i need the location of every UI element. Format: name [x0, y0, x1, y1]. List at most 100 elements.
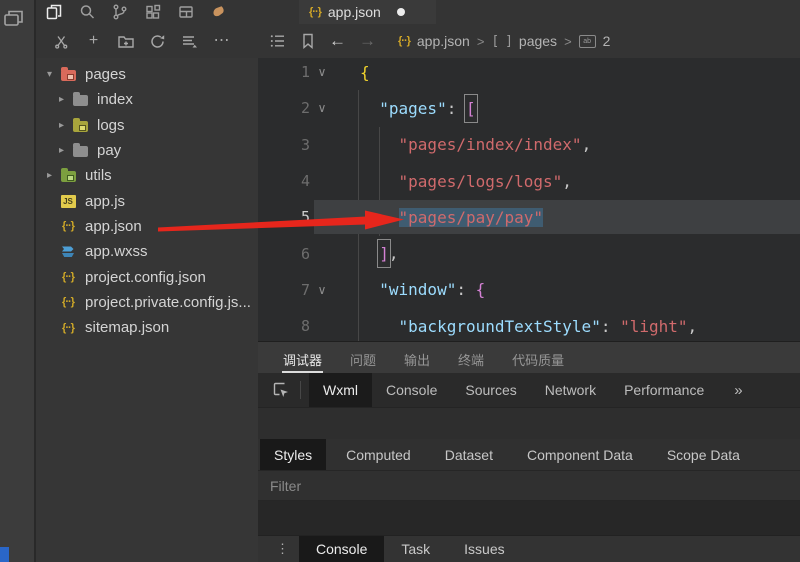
fold-chevron-icon[interactable]: ∨: [310, 283, 334, 297]
tab-app-json[interactable]: {··} app.json: [299, 0, 436, 24]
code-text[interactable]: "window": {: [334, 280, 485, 299]
nav-forward-icon[interactable]: →: [358, 32, 377, 51]
drawer-tab-Task[interactable]: Task: [384, 536, 447, 562]
activity-icons: [36, 2, 229, 22]
code-text[interactable]: "pages": [: [334, 99, 476, 118]
extensions-icon[interactable]: [143, 2, 163, 22]
inspector-tab-Computed[interactable]: Computed: [332, 439, 425, 470]
code-text[interactable]: "backgroundTextStyle": "light",: [334, 317, 697, 336]
inspector-tab-Dataset[interactable]: Dataset: [431, 439, 507, 470]
tree-item-pay[interactable]: ▸ pay: [36, 138, 258, 163]
tree-collapsed-arrow-icon[interactable]: ▸: [54, 120, 69, 131]
drawer-tab-Issues[interactable]: Issues: [447, 536, 521, 562]
title-toolbar: {··} app.json: [36, 0, 800, 24]
fold-chevron-icon[interactable]: ∨: [310, 101, 334, 115]
refresh-icon[interactable]: [148, 32, 167, 51]
breadcrumb-index[interactable]: 2: [603, 33, 611, 49]
panel-tab-调试器[interactable]: 调试器: [282, 349, 323, 373]
tree-item-utils[interactable]: ▸utils: [36, 163, 258, 188]
inspector-tab-Scope-Data[interactable]: Scope Data: [653, 439, 754, 470]
tab-overflow-icon[interactable]: »: [734, 382, 742, 399]
source-control-icon[interactable]: [110, 2, 130, 22]
scissors-icon[interactable]: [52, 32, 71, 51]
tree-expanded-arrow-icon[interactable]: ▾: [42, 69, 57, 80]
folder-gray-icon: [71, 92, 89, 108]
code-text[interactable]: "pages/index/index",: [334, 135, 591, 154]
modified-dot-icon[interactable]: [397, 8, 405, 16]
line-number: 3: [258, 136, 310, 154]
tree-item-pages[interactable]: ▾pages: [36, 62, 258, 87]
panel-tab-代码质量[interactable]: 代码质量: [511, 349, 565, 373]
tree-item-app-json[interactable]: {··}app.json: [36, 214, 258, 239]
panel-tab-问题[interactable]: 问题: [349, 349, 377, 373]
devtools-tab-Console[interactable]: Console: [372, 373, 451, 407]
hand-plugin-icon[interactable]: [209, 2, 229, 22]
code-line-6[interactable]: 6 ],: [258, 235, 800, 271]
folder-green-icon: [59, 168, 77, 184]
breadcrumb-file[interactable]: app.json: [417, 33, 470, 49]
tree-item-label: pay: [97, 142, 121, 159]
code-line-7[interactable]: 7∨ "window": {: [258, 272, 800, 308]
activity-strip: [0, 0, 36, 562]
panel-tab-输出[interactable]: 输出: [403, 349, 431, 373]
inspector-tab-Styles[interactable]: Styles: [260, 439, 326, 470]
new-folder-icon[interactable]: [116, 32, 135, 51]
tree-item-sitemap-json[interactable]: {··}sitemap.json: [36, 315, 258, 340]
inspector-tab-bar: StylesComputedDatasetComponent DataScope…: [258, 439, 800, 471]
more-actions-icon[interactable]: ⋯: [212, 32, 231, 51]
code-line-5[interactable]: 5 "pages/pay/pay": [258, 199, 800, 235]
tree-item-index[interactable]: ▸index: [36, 87, 258, 112]
devtools-tab-Sources[interactable]: Sources: [451, 373, 530, 407]
devtools-tab-Performance[interactable]: Performance: [610, 373, 718, 407]
code-line-1[interactable]: 1∨{: [258, 58, 800, 90]
code-line-4[interactable]: 4 "pages/logs/logs",: [258, 163, 800, 199]
line-number: 1: [258, 63, 310, 81]
json-icon: {··}: [59, 269, 77, 285]
line-number: 4: [258, 172, 310, 190]
bookmark-icon[interactable]: [298, 32, 317, 51]
tree-collapsed-arrow-icon[interactable]: ▸: [42, 170, 57, 181]
secondary-toolbar: + ⋯: [36, 24, 800, 58]
tree-collapsed-arrow-icon[interactable]: ▸: [54, 94, 69, 105]
tree-item-label: app.json: [85, 218, 142, 235]
devtools-tab-Network[interactable]: Network: [531, 373, 610, 407]
breadcrumb-node[interactable]: pages: [519, 33, 557, 49]
layout-icon[interactable]: [176, 2, 196, 22]
inspect-element-icon[interactable]: [270, 379, 292, 401]
code-text[interactable]: {: [334, 63, 370, 82]
filter-input[interactable]: [258, 477, 572, 495]
panel-tab-终端[interactable]: 终端: [457, 349, 485, 373]
inspector-tab-Component-Data[interactable]: Component Data: [513, 439, 647, 470]
json-icon: {··}: [59, 294, 77, 310]
nav-back-icon[interactable]: ←: [328, 32, 347, 51]
outline-list-icon[interactable]: [268, 32, 287, 51]
new-file-icon[interactable]: +: [84, 32, 103, 51]
explorer-toolbar: + ⋯: [36, 32, 258, 51]
tree-item-project-private-config-js-[interactable]: {··}project.private.config.js...: [36, 290, 258, 315]
code-text[interactable]: ],: [334, 244, 399, 263]
tree-item-label: sitemap.json: [85, 319, 169, 336]
code-editor[interactable]: 1∨{2∨ "pages": [3 "pages/index/index",4 …: [258, 58, 800, 341]
tree-item-logs[interactable]: ▸logs: [36, 113, 258, 138]
devtools-tab-Wxml[interactable]: Wxml: [309, 373, 372, 407]
drawer-tab-Console[interactable]: Console: [299, 536, 384, 562]
code-line-8[interactable]: 8 "backgroundTextStyle": "light",: [258, 308, 800, 341]
json-file-icon: {··}: [398, 35, 410, 47]
tree-item-project-config-json[interactable]: {··}project.config.json: [36, 264, 258, 289]
code-line-3[interactable]: 3 "pages/index/index",: [258, 127, 800, 163]
tree-collapsed-arrow-icon[interactable]: ▸: [54, 145, 69, 156]
collapse-all-icon[interactable]: [180, 32, 199, 51]
code-line-2[interactable]: 2∨ "pages": [: [258, 90, 800, 126]
status-accent: [0, 547, 9, 562]
code-text[interactable]: "pages/logs/logs",: [334, 172, 572, 191]
kebab-menu-icon[interactable]: ⋮: [276, 541, 289, 557]
fold-chevron-icon[interactable]: ∨: [310, 65, 334, 79]
files-icon[interactable]: [44, 2, 64, 22]
tree-item-app-js[interactable]: JSapp.js: [36, 188, 258, 213]
search-icon[interactable]: [77, 2, 97, 22]
tree-item-app-wxss[interactable]: app.wxss: [36, 239, 258, 264]
divider: [300, 381, 301, 399]
windows-panel-icon[interactable]: [3, 7, 31, 31]
code-text[interactable]: "pages/pay/pay": [334, 208, 543, 227]
elements-area: [258, 408, 800, 439]
